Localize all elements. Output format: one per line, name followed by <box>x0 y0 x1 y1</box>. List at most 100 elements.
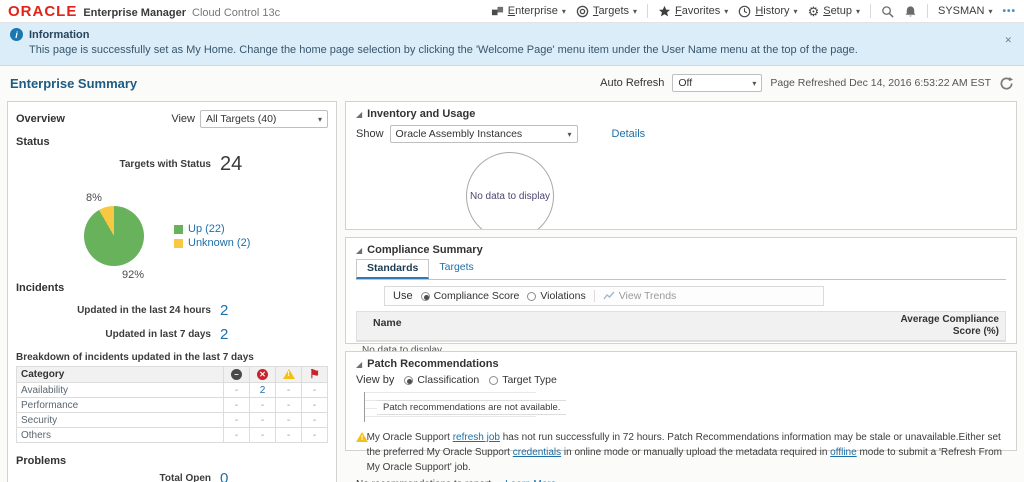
show-select[interactable]: Oracle Assembly Instances ▾ <box>389 125 578 143</box>
top-header-bar: ORACLE Enterprise Manager Cloud Control … <box>0 0 1024 23</box>
radio-compliance-score[interactable]: Compliance Score <box>420 290 519 302</box>
search-icon[interactable] <box>881 5 894 18</box>
radio-violations[interactable]: Violations <box>527 290 586 302</box>
legend-item-unknown[interactable]: Unknown (2) <box>174 237 250 249</box>
legend-item-up[interactable]: Up (22) <box>174 223 250 235</box>
radio-selected-icon <box>404 375 414 385</box>
total-open-value[interactable]: 0 <box>220 471 228 482</box>
total-open-row: Total Open 0 <box>16 471 328 482</box>
chevron-down-icon: ▾ <box>724 6 729 16</box>
chevron-down-icon: ▾ <box>567 129 572 139</box>
compliance-table: Name Average Compliance Score (%) <box>356 311 1006 342</box>
collapse-icon[interactable]: ◢ <box>356 246 362 255</box>
compliance-title: Compliance Summary <box>367 244 483 256</box>
compliance-tabs: Standards Targets <box>356 259 1006 280</box>
status-title: Status <box>16 136 50 148</box>
chevron-down-icon: ▾ <box>988 6 993 16</box>
compliance-panel: ◢ Compliance Summary Standards Targets U… <box>345 237 1017 356</box>
collapse-icon[interactable]: ◢ <box>356 360 362 369</box>
overflow-menu-icon[interactable]: ••• <box>1002 6 1016 17</box>
chevron-down-icon: ▾ <box>752 78 757 88</box>
info-message: This page is successfully set as My Home… <box>29 44 858 56</box>
overview-panel: Overview View All Targets (40) ▾ Status … <box>7 101 337 482</box>
incidents-7d-value[interactable]: 2 <box>220 327 228 342</box>
right-column: ◢ Inventory and Usage Show Oracle Assemb… <box>345 101 1017 482</box>
auto-refresh-label: Auto Refresh <box>600 77 665 89</box>
patch-warning-text: My Oracle Support refresh job has not ru… <box>366 432 1002 473</box>
content-area: Overview View All Targets (40) ▾ Status … <box>0 100 1024 482</box>
brand: ORACLE Enterprise Manager Cloud Control … <box>8 3 280 20</box>
targets-with-status-value: 24 <box>220 153 243 175</box>
tab-targets[interactable]: Targets <box>429 259 483 278</box>
warning-icon: ! <box>356 432 368 443</box>
name-column-header[interactable]: Name <box>357 312 887 340</box>
tab-standards[interactable]: Standards <box>356 259 430 279</box>
radio-target-type[interactable]: Target Type <box>489 374 557 386</box>
incidents-title: Incidents <box>16 282 65 294</box>
refresh-button[interactable] <box>999 76 1014 91</box>
radio-unselected-icon <box>489 375 499 385</box>
menu-targets[interactable]: Targets ▾ <box>576 5 637 18</box>
warning-icon: ! <box>282 368 295 380</box>
menu-favorites[interactable]: Favorites ▾ <box>658 5 728 18</box>
offline-link[interactable]: offline <box>830 447 857 458</box>
category-header[interactable]: Category <box>16 366 224 383</box>
view-by-label: View by <box>356 374 395 386</box>
incidents-24h-value[interactable]: 2 <box>220 303 228 318</box>
notifications-bell-icon[interactable] <box>904 5 917 18</box>
menu-history[interactable]: History ▾ <box>738 5 798 18</box>
table-row: Others - - - - <box>16 427 328 443</box>
collapse-icon[interactable]: ◢ <box>356 110 362 119</box>
divider <box>927 4 928 18</box>
details-link[interactable]: Details <box>612 128 646 140</box>
problems-title: Problems <box>16 455 67 467</box>
auto-refresh-select[interactable]: Off ▾ <box>672 74 763 92</box>
chevron-down-icon: ▾ <box>317 114 322 124</box>
close-icon[interactable]: ✕ <box>1004 35 1012 46</box>
patch-title: Patch Recommendations <box>367 358 499 370</box>
inventory-empty-chart: No data to display <box>466 152 554 229</box>
patch-warning: ! My Oracle Support refresh job has not … <box>356 430 1006 475</box>
view-trends-button[interactable]: View Trends <box>593 290 676 302</box>
incidents-24h-row: Updated in the last 24 hours 2 <box>77 302 229 319</box>
table-row: Security - - - - <box>16 412 328 428</box>
page-title: Enterprise Summary <box>10 75 138 91</box>
view-label: View <box>171 113 195 125</box>
menu-enterprise[interactable]: Enterprise ▾ <box>491 5 566 18</box>
fatal-icon: – <box>231 368 242 380</box>
table-row: Availability - 2 - - <box>16 382 328 398</box>
credentials-link[interactable]: credentials <box>513 447 561 458</box>
menu-setup[interactable]: ⚙ Setup ▾ <box>808 5 860 18</box>
inventory-title: Inventory and Usage <box>367 108 476 120</box>
user-menu[interactable]: SYSMAN ▾ <box>938 5 992 17</box>
radio-classification[interactable]: Classification <box>404 374 479 386</box>
view-select[interactable]: All Targets (40) ▾ <box>200 110 328 128</box>
overview-title: Overview <box>16 113 65 125</box>
breakdown-title: Breakdown of incidents updated in the la… <box>16 352 254 363</box>
page-refreshed-text: Page Refreshed Dec 14, 2016 6:53:22 AM E… <box>770 77 991 89</box>
target-icon <box>576 5 589 17</box>
score-column-header[interactable]: Average Compliance Score (%) <box>887 312 1005 340</box>
pie-percent-small: 8% <box>86 192 102 204</box>
table-row: Performance - - - - <box>16 397 328 413</box>
status-legend: Up (22) Unknown (2) <box>174 221 250 251</box>
inventory-panel: ◢ Inventory and Usage Show Oracle Assemb… <box>345 101 1017 230</box>
info-title: Information <box>29 28 90 41</box>
patch-chart-empty-text: Patch recommendations are not available. <box>377 400 567 415</box>
oracle-logo: ORACLE <box>8 2 78 20</box>
compliance-toolbar: Use Compliance Score Violations View Tre… <box>384 286 824 306</box>
incidents-table: Category – ✕ ! ⚑ Availability - 2 - - Pe… <box>16 366 328 443</box>
incidents-7d-row: Updated in last 7 days 2 <box>105 326 229 343</box>
divider <box>647 4 649 18</box>
chevron-down-icon: ▾ <box>633 6 638 16</box>
gear-icon: ⚙ <box>807 3 820 19</box>
clock-icon <box>739 5 751 17</box>
refresh-job-link[interactable]: refresh job <box>453 432 500 443</box>
show-label: Show <box>356 128 384 140</box>
status-pie-chart[interactable] <box>84 206 144 266</box>
enterprise-manager-page: ORACLE Enterprise Manager Cloud Control … <box>0 0 1024 482</box>
patch-panel: ◢ Patch Recommendations View by Classifi… <box>345 351 1017 482</box>
no-data-text: No data to display <box>469 190 551 202</box>
flag-icon: ⚑ <box>309 367 320 381</box>
chevron-down-icon: ▾ <box>855 6 860 16</box>
